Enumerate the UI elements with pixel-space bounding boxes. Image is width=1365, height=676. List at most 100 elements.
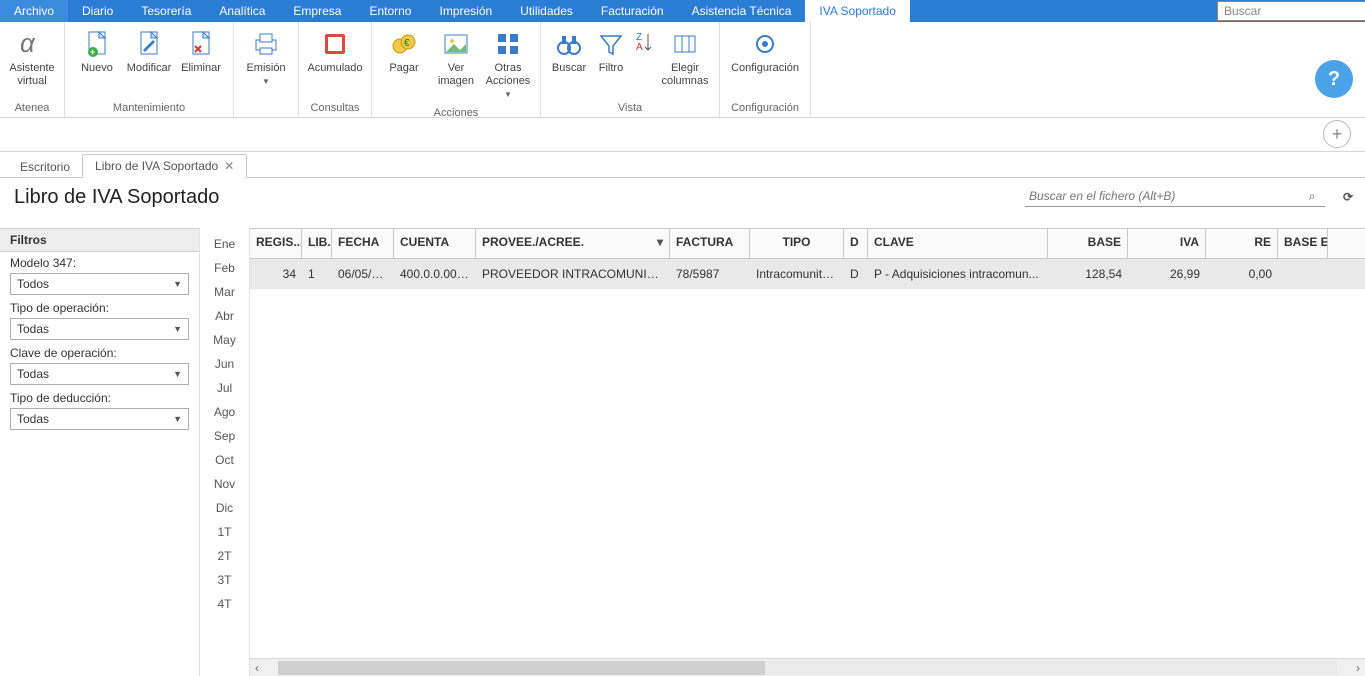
doc-tabs: Escritorio Libro de IVA Soportado✕	[0, 152, 1365, 178]
col-iva[interactable]: IVA	[1128, 229, 1206, 258]
menu-iva-soportado[interactable]: IVA Soportado	[805, 0, 910, 22]
scroll-right-icon[interactable]: ›	[1351, 661, 1365, 675]
col-regis[interactable]: REGIS...	[250, 229, 302, 258]
table-row[interactable]: 34106/05/20...400.0.0.00006PROVEEDOR INT…	[250, 259, 1365, 289]
file-search[interactable]: ⌕	[1025, 187, 1325, 207]
menu-facturacion[interactable]: Facturación	[587, 0, 678, 22]
month-jun[interactable]: Jun	[200, 352, 249, 376]
acumulado-button[interactable]: Acumulado	[305, 24, 365, 100]
ver-imagen-button[interactable]: Ver imagen	[430, 24, 482, 105]
filter-tipo-deduccion: Tipo de deducción: Todas▼	[0, 387, 199, 432]
col-prov[interactable]: PROVEE./ACREE. ▾	[476, 229, 670, 258]
eliminar-button[interactable]: Eliminar	[175, 24, 227, 100]
month-3t[interactable]: 3T	[200, 568, 249, 592]
col-tipo[interactable]: TIPO	[750, 229, 844, 258]
svg-text:€: €	[404, 38, 410, 49]
ribbon-group-mantenimiento: + Nuevo Modificar Eliminar Mantenimiento	[65, 22, 234, 117]
col-factura[interactable]: FACTURA	[670, 229, 750, 258]
grid-body: 34106/05/20...400.0.0.00006PROVEEDOR INT…	[250, 259, 1365, 658]
nuevo-button[interactable]: + Nuevo	[71, 24, 123, 100]
col-cuenta[interactable]: CUENTA	[394, 229, 476, 258]
buscar-button[interactable]: Buscar	[547, 24, 591, 100]
label: Buscar	[552, 62, 586, 75]
col-clave[interactable]: CLAVE	[868, 229, 1048, 258]
month-may[interactable]: May	[200, 328, 249, 352]
ribbon-group-consultas: Acumulado Consultas	[299, 22, 372, 117]
refresh-button[interactable]: ⟳	[1339, 190, 1357, 204]
chevron-down-icon: ▼	[504, 90, 512, 99]
month-dic[interactable]: Dic	[200, 496, 249, 520]
month-2t[interactable]: 2T	[200, 544, 249, 568]
label2: Acciones	[486, 75, 531, 87]
close-icon[interactable]: ✕	[224, 159, 234, 173]
menu-impresion[interactable]: Impresión	[425, 0, 506, 22]
filter-label: Clave de operación:	[10, 346, 189, 360]
modificar-button[interactable]: Modificar	[123, 24, 175, 100]
col-lib[interactable]: LIB.	[302, 229, 332, 258]
horizontal-scrollbar[interactable]: ‹ ›	[250, 658, 1365, 676]
tipo-operacion-select[interactable]: Todas▼	[10, 318, 189, 340]
file-search-input[interactable]	[1029, 189, 1299, 203]
group-label: Vista	[547, 100, 713, 117]
asistente-virtual-button[interactable]: α Asistente virtual	[6, 24, 58, 100]
configuracion-button[interactable]: Configuración	[726, 24, 804, 100]
month-ago[interactable]: Ago	[200, 400, 249, 424]
month-nov[interactable]: Nov	[200, 472, 249, 496]
chevron-down-icon: ▼	[173, 414, 182, 424]
otras-acciones-button[interactable]: Otras Acciones ▼	[482, 24, 534, 105]
menu-diario[interactable]: Diario	[68, 0, 127, 22]
elegir-columnas-button[interactable]: Elegir columnas	[657, 24, 713, 100]
menu-tesoreria[interactable]: Tesorería	[127, 0, 205, 22]
month-feb[interactable]: Feb	[200, 256, 249, 280]
plus-icon: +	[1332, 124, 1343, 145]
ribbon-group-acciones: € Pagar Ver imagen Otras Acciones ▼ Acci…	[372, 22, 541, 117]
month-mar[interactable]: Mar	[200, 280, 249, 304]
col-fecha[interactable]: FECHA	[332, 229, 394, 258]
emision-button[interactable]: Emisión ▼	[240, 24, 292, 100]
pagar-button[interactable]: € Pagar	[378, 24, 430, 105]
global-search[interactable]: Buscar	[1217, 1, 1365, 21]
filtro-button[interactable]: Filtro	[591, 24, 631, 100]
col-base[interactable]: BASE	[1048, 229, 1128, 258]
cell-clave: P - Adquisiciones intracomun...	[868, 267, 1048, 281]
chevron-down-icon: ▼	[262, 75, 270, 88]
month-1t[interactable]: 1T	[200, 520, 249, 544]
binoculars-icon	[553, 28, 585, 60]
month-abr[interactable]: Abr	[200, 304, 249, 328]
month-ene[interactable]: Ene	[200, 232, 249, 256]
month-sep[interactable]: Sep	[200, 424, 249, 448]
month-oct[interactable]: Oct	[200, 448, 249, 472]
tab-escritorio[interactable]: Escritorio	[8, 156, 82, 178]
chevron-down-icon: ▼	[173, 324, 182, 334]
cell-fecha: 06/05/20...	[332, 267, 394, 281]
label2: virtual	[17, 75, 46, 88]
cell-base: 128,54	[1048, 267, 1128, 281]
filter-clave-operacion: Clave de operación: Todas▼	[0, 342, 199, 387]
help-button[interactable]: ?	[1315, 60, 1353, 98]
search-icon[interactable]: ⌕	[1303, 189, 1321, 204]
scroll-left-icon[interactable]: ‹	[250, 661, 264, 675]
scroll-thumb[interactable]	[278, 661, 765, 675]
month-jul[interactable]: Jul	[200, 376, 249, 400]
clave-operacion-select[interactable]: Todas▼	[10, 363, 189, 385]
menu-entorno[interactable]: Entorno	[355, 0, 425, 22]
month-4t[interactable]: 4T	[200, 592, 249, 616]
tab-libro-iva[interactable]: Libro de IVA Soportado✕	[82, 154, 247, 178]
menu-asistencia[interactable]: Asistencia Técnica	[678, 0, 806, 22]
scroll-track[interactable]	[278, 661, 1337, 675]
orden-button[interactable]: ZA	[631, 24, 657, 86]
plus-row: +	[0, 118, 1365, 152]
add-tab-button[interactable]: +	[1323, 120, 1351, 148]
filter-modelo347: Modelo 347: Todos▼	[0, 252, 199, 297]
menu-archivo[interactable]: Archivo	[0, 0, 68, 22]
menu-empresa[interactable]: Empresa	[279, 0, 355, 22]
cell-prov: PROVEEDOR INTRACOMUNITARIO	[476, 267, 670, 281]
col-d[interactable]: D	[844, 229, 868, 258]
modelo347-select[interactable]: Todos▼	[10, 273, 189, 295]
tipo-deduccion-select[interactable]: Todas▼	[10, 408, 189, 430]
col-re[interactable]: RE	[1206, 229, 1278, 258]
menu-utilidades[interactable]: Utilidades	[506, 0, 587, 22]
menu-analitica[interactable]: Analítica	[205, 0, 279, 22]
col-basee[interactable]: BASE E	[1278, 229, 1328, 258]
label: Pagar	[389, 62, 418, 75]
